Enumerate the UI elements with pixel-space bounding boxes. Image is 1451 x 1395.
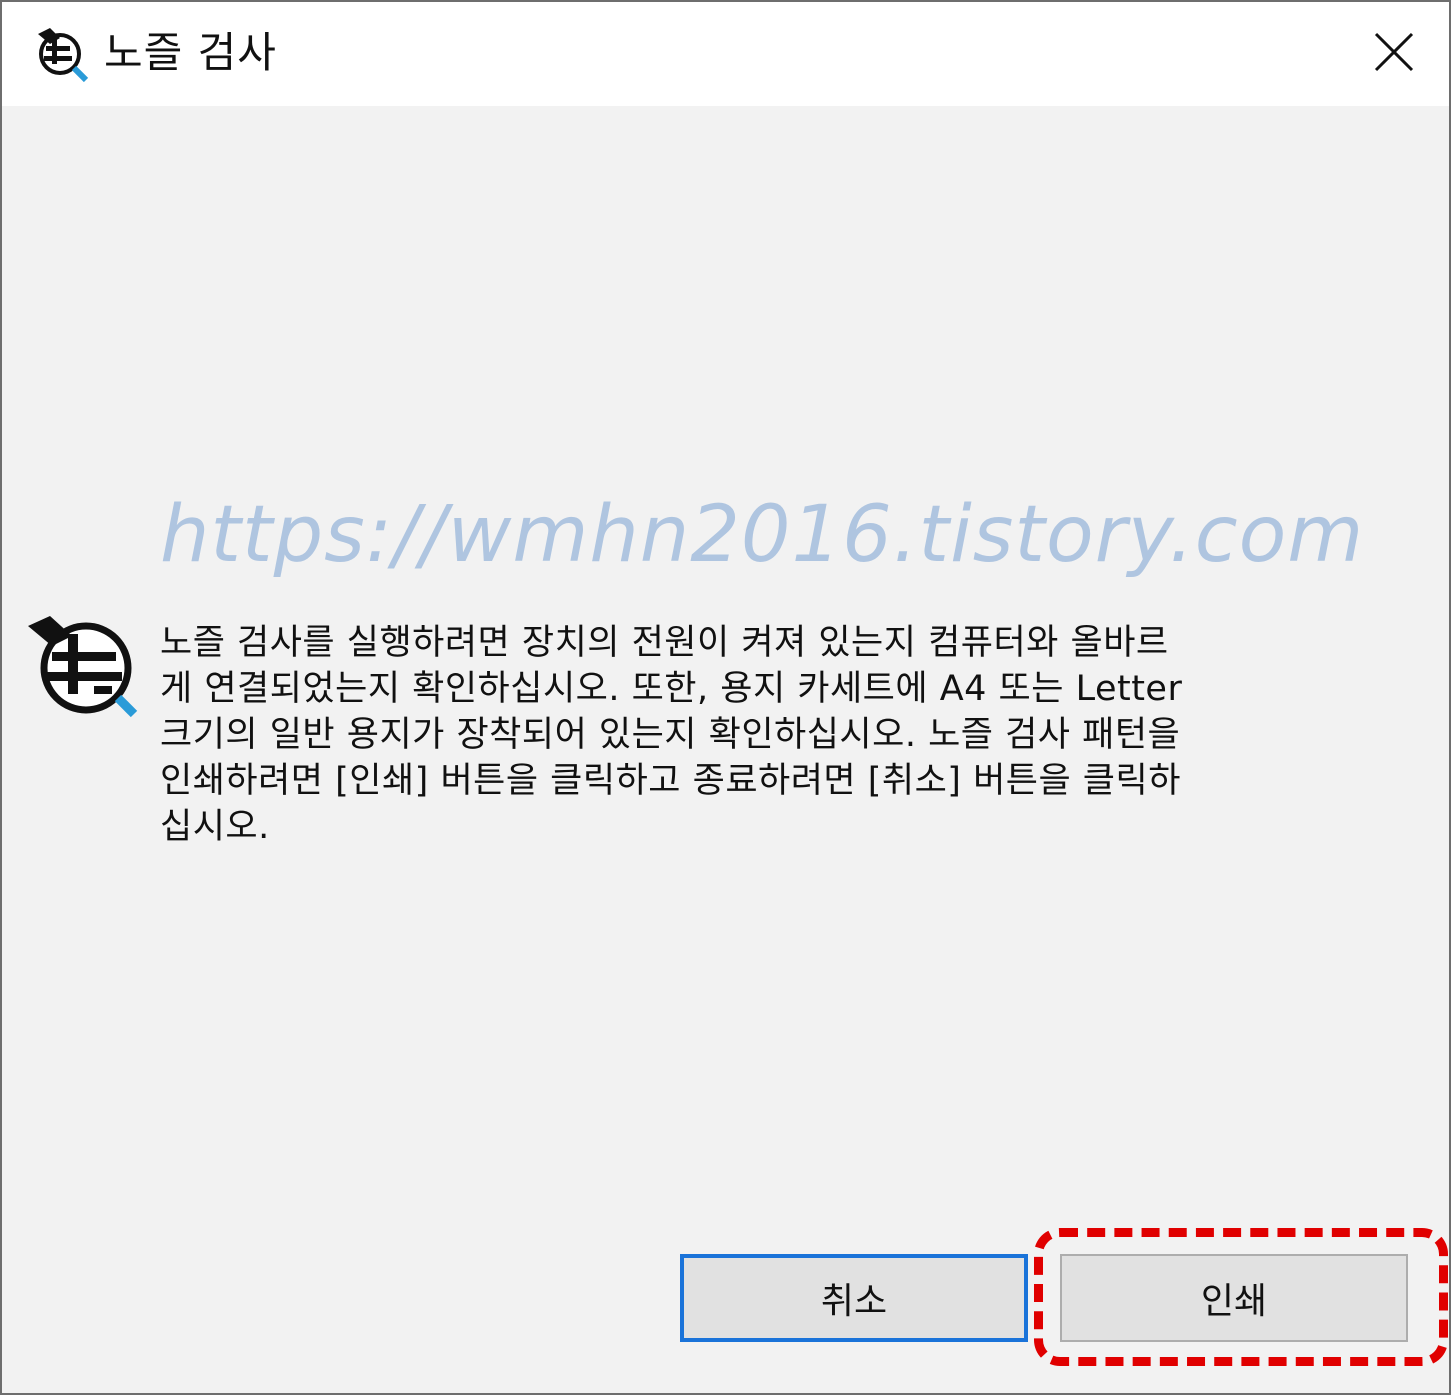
cancel-button[interactable]: 취소 — [680, 1254, 1028, 1342]
nozzle-check-icon — [30, 24, 92, 86]
title-bar: 노즐 검사 — [2, 2, 1449, 106]
message-line: 크기의 일반 용지가 장착되어 있는지 확인하십시오. 노즐 검사 패턴을 — [160, 715, 1181, 755]
message-line: 노즐 검사를 실행하려면 장치의 전원이 켜져 있는지 컴퓨터와 올바르 — [160, 623, 1169, 663]
close-icon — [1373, 31, 1415, 77]
watermark-url: https://wmhn2016.tistory.com — [160, 490, 1365, 580]
nozzle-check-dialog: 노즐 검사 https://wmhn2016.tistory.com 노즐 검사… — [0, 0, 1451, 1395]
close-button[interactable] — [1339, 2, 1449, 106]
message-line: 십시오. — [160, 807, 270, 847]
print-button[interactable]: 인쇄 — [1060, 1254, 1408, 1342]
instruction-message: 노즐 검사를 실행하려면 장치의 전원이 켜져 있는지 컴퓨터와 올바르 게 연… — [160, 620, 1330, 850]
nozzle-check-large-icon — [24, 612, 144, 724]
message-line: 인쇄하려면 [인쇄] 버튼을 클릭하고 종료하려면 [취소] 버튼을 클릭하 — [160, 761, 1181, 801]
dialog-title: 노즐 검사 — [104, 28, 277, 77]
message-line: 게 연결되었는지 확인하십시오. 또한, 용지 카세트에 A4 또는 Lette… — [160, 669, 1183, 709]
